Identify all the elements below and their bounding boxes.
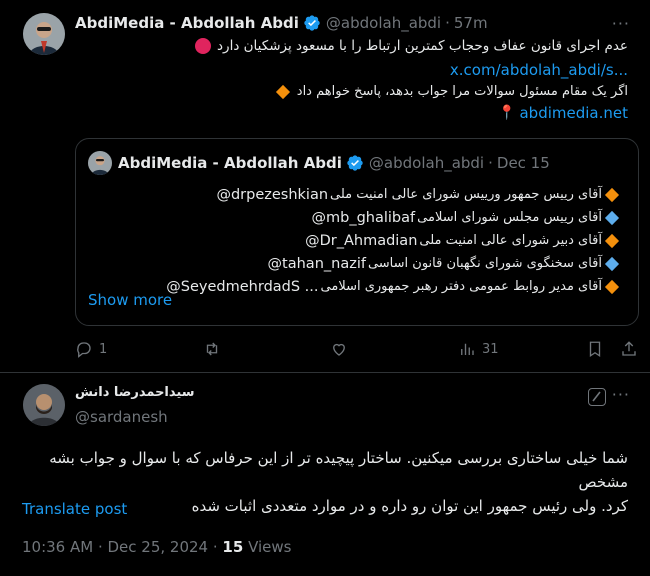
quoted-line: آقای رییس مجلس شورای اسلامی @mb_ghalibaf [90,206,620,229]
quoted-line-text: آقای رییس جمهور ورییس شورای عالی امنیت م… [330,187,602,202]
reply-button[interactable]: 1 [75,340,107,358]
quoted-author-avatar [88,151,112,175]
quoted-line-text: آقای سخنگوی شورای نگهبان قانون اساسی [367,256,602,271]
tweet-link-1[interactable]: x.com/abdolah_abdi/s... [450,61,628,79]
red-circle-icon [195,38,212,54]
reply-author-avatar[interactable] [23,384,65,426]
quoted-tweet-card[interactable]: AbdiMedia - Abdollah Abdi @abdolah_abdi … [75,138,639,326]
reply-count: 1 [99,341,108,357]
quoted-line-mention: @mb_ghalibaf [311,209,416,226]
grok-icon[interactable] [588,388,606,406]
reply-icon [77,342,91,358]
author-name[interactable]: AbdiMedia - Abdollah Abdi [75,14,299,32]
views-count: 31 [482,341,499,357]
views-button[interactable]: 31 [458,340,499,358]
blue-diamond-icon [604,256,620,271]
like-icon [333,343,345,356]
reply-body-line-1: شما خیلی ساختاری بررسی میکنین. ساختار پی… [49,449,628,491]
reply-author-name[interactable]: سیداحمدرضا دانش [75,385,195,400]
tweet-action-bar: 1 31 [75,340,639,360]
quoted-line-mention: @Dr_Ahmadian [305,232,418,249]
reply-views-count: 15 [222,538,244,556]
tweet-line-1: عدم اجرای قانون عفاف وحجاب کمترین ارتباط… [195,38,628,54]
quoted-tweet-date: Dec 15 [496,154,550,172]
views-icon [461,343,474,355]
separator-dot: · [445,14,450,32]
orange-diamond-icon [275,84,290,99]
orange-diamond-icon [604,279,620,294]
separator-dot: · [488,154,493,172]
tweet-header: AbdiMedia - Abdollah Abdi @abdolah_abdi … [75,14,488,32]
repost-icon [206,342,218,356]
reply-views-label: Views [248,538,292,556]
tweet-text-3: اگر یک مقام مسئول سوالات مرا جواب بدهد، … [296,84,628,99]
show-more-link[interactable]: Show more [88,291,172,309]
reply-meta: 10:36 AM · Dec 25, 2024 · 15 Views [22,538,292,556]
translate-post-link[interactable]: Translate post [22,500,127,518]
quoted-tweet-lines: آقای رییس جمهور ورییس شورای عالی امنیت م… [90,183,620,298]
bookmark-icon [589,341,601,358]
verified-badge-icon [303,14,321,32]
share-button[interactable] [620,340,638,358]
reply-author-handle[interactable]: @sardanesh [75,408,168,426]
quoted-line-mention: @tahan_nazif [267,255,366,272]
quoted-tweet-header: AbdiMedia - Abdollah Abdi @abdolah_abdi … [118,154,550,172]
author-handle[interactable]: @abdolah_abdi [326,14,441,32]
more-icon[interactable]: ··· [612,385,630,404]
quoted-line: آقای دبیر شورای عالی امنیت ملی @Dr_Ahmadi… [90,229,620,252]
repost-button[interactable] [203,340,227,358]
verified-badge-icon [346,154,364,172]
quoted-line-mention: @SeyedmehrdadS ... [166,278,319,295]
more-icon[interactable]: ··· [612,14,630,33]
orange-diamond-icon [604,233,620,248]
bookmark-button[interactable] [586,340,604,358]
quoted-line-text: آقای دبیر شورای عالی امنیت ملی [419,233,602,248]
author-avatar[interactable] [23,13,65,55]
tweet-line-4: 📍 abdimedia.net [498,104,628,122]
tweet-line-3: اگر یک مقام مسئول سوالات مرا جواب بدهد، … [275,84,628,99]
quoted-line: آقای سخنگوی شورای نگهبان قانون اساسی @tah… [90,252,620,275]
tweet-link-2[interactable]: abdimedia.net [519,104,628,122]
blue-diamond-icon [604,210,620,225]
tweet-time[interactable]: 57m [454,14,488,32]
tweet-text-1: عدم اجرای قانون عفاف وحجاب کمترین ارتباط… [217,38,628,54]
quoted-line: آقای رییس جمهور ورییس شورای عالی امنیت م… [90,183,620,206]
orange-diamond-icon [604,187,620,202]
reply-timestamp[interactable]: 10:36 AM · Dec 25, 2024 · [22,538,218,556]
pin-icon: 📍 [498,105,516,121]
share-icon [622,341,636,356]
quoted-author-handle: @abdolah_abdi [368,154,485,172]
divider [0,372,650,373]
quoted-line-text: آقای رییس مجلس شورای اسلامی [417,210,602,225]
like-button[interactable] [330,340,354,358]
quoted-line-text: آقای مدیر روابط عمومی دفتر رهبر جمهوری ا… [320,279,602,294]
quoted-line-mention: @drpezeshkian [216,186,329,203]
quoted-author-name: AbdiMedia - Abdollah Abdi [118,154,342,172]
